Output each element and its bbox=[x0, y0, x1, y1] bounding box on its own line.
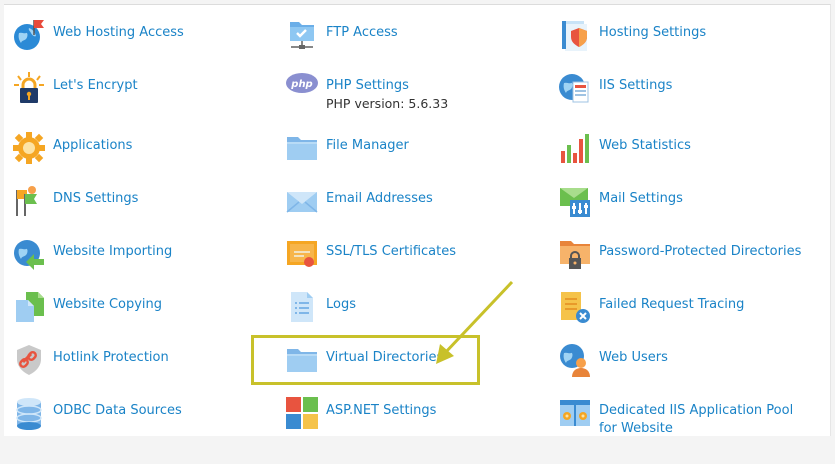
tool-text: IIS Settings bbox=[599, 77, 835, 95]
php-icon[interactable]: php bbox=[285, 71, 319, 105]
tool-text: Email Addresses bbox=[326, 190, 576, 208]
tool-text: Mail Settings bbox=[599, 190, 835, 208]
tool-text: DNS Settings bbox=[53, 190, 303, 208]
folder-icon[interactable] bbox=[285, 131, 319, 165]
tool-link-website-copying[interactable]: Website Copying bbox=[53, 296, 303, 314]
tool-link-web-statistics[interactable]: Web Statistics bbox=[599, 137, 835, 155]
ftp-folder-icon[interactable] bbox=[285, 18, 319, 52]
tool-text: FTP Access bbox=[326, 24, 576, 42]
gear-icon[interactable] bbox=[12, 131, 46, 165]
tool-link-web-users[interactable]: Web Users bbox=[599, 349, 835, 367]
tool-link-email-addresses[interactable]: Email Addresses bbox=[326, 190, 576, 208]
tool-link-applications[interactable]: Applications bbox=[53, 137, 303, 155]
tool-text: ODBC Data Sources bbox=[53, 402, 303, 420]
tool-link-iis-settings[interactable]: IIS Settings bbox=[599, 77, 835, 95]
tool-text: Website Copying bbox=[53, 296, 303, 314]
globe-import-icon[interactable] bbox=[12, 237, 46, 271]
tool-text: Hosting Settings bbox=[599, 24, 835, 42]
tool-subtext: PHP version: 5.6.33 bbox=[326, 96, 449, 111]
tool-link-ftp-access[interactable]: FTP Access bbox=[326, 24, 576, 42]
hosting-settings-icon[interactable] bbox=[558, 18, 592, 52]
lets-encrypt-lock-icon[interactable] bbox=[12, 71, 46, 105]
certificate-icon[interactable] bbox=[285, 237, 319, 271]
bar-chart-icon[interactable] bbox=[558, 131, 592, 165]
tool-text: Failed Request Tracing bbox=[599, 296, 835, 314]
copy-pages-icon[interactable] bbox=[12, 290, 46, 324]
iis-globe-icon[interactable] bbox=[558, 71, 592, 105]
dns-flags-icon[interactable] bbox=[12, 184, 46, 218]
annotation-arrow-icon bbox=[430, 278, 520, 368]
tool-text: Dedicated IIS Application Pool for Websi… bbox=[599, 402, 809, 438]
log-document-icon[interactable] bbox=[285, 290, 319, 324]
tool-link-failed-request-tracing[interactable]: Failed Request Tracing bbox=[599, 296, 835, 314]
tool-text: SSL/TLS Certificates bbox=[326, 243, 576, 261]
database-icon[interactable] bbox=[12, 396, 46, 430]
tool-text: Web Statistics bbox=[599, 137, 835, 155]
tool-text: Password-Protected Directories bbox=[599, 243, 835, 261]
tool-link-file-manager[interactable]: File Manager bbox=[326, 137, 576, 155]
tool-link-dedicated-iis-pool[interactable]: Dedicated IIS Application Pool for Websi… bbox=[599, 402, 809, 438]
iis-pool-icon[interactable] bbox=[558, 396, 592, 430]
tool-link-aspnet-settings[interactable]: ASP.NET Settings bbox=[326, 402, 576, 420]
tool-link-dns-settings[interactable]: DNS Settings bbox=[53, 190, 303, 208]
tool-link-web-hosting-access[interactable]: Web Hosting Access bbox=[53, 24, 303, 42]
mail-settings-icon[interactable] bbox=[558, 184, 592, 218]
web-user-icon[interactable] bbox=[558, 343, 592, 377]
envelope-icon[interactable] bbox=[285, 184, 319, 218]
tool-link-odbc-data-sources[interactable]: ODBC Data Sources bbox=[53, 402, 303, 420]
tool-text: File Manager bbox=[326, 137, 576, 155]
tool-link-ssl-tls-certificates[interactable]: SSL/TLS Certificates bbox=[326, 243, 576, 261]
tool-text: PHP Settings PHP version: 5.6.33 bbox=[326, 77, 576, 113]
tool-text: Web Users bbox=[599, 349, 835, 367]
tool-text: Let's Encrypt bbox=[53, 77, 303, 95]
tool-text: ASP.NET Settings bbox=[326, 402, 576, 420]
tool-link-lets-encrypt[interactable]: Let's Encrypt bbox=[53, 77, 303, 95]
tool-link-password-protected-directories[interactable]: Password-Protected Directories bbox=[599, 243, 835, 261]
svg-text:php: php bbox=[290, 79, 312, 90]
tool-link-mail-settings[interactable]: Mail Settings bbox=[599, 190, 835, 208]
hotlink-shield-icon[interactable] bbox=[12, 343, 46, 377]
locked-folder-icon[interactable] bbox=[558, 237, 592, 271]
tool-text: Applications bbox=[53, 137, 303, 155]
failed-trace-icon[interactable] bbox=[558, 290, 592, 324]
tool-link-website-importing[interactable]: Website Importing bbox=[53, 243, 303, 261]
aspnet-tiles-icon[interactable] bbox=[285, 396, 319, 430]
tool-text: Web Hosting Access bbox=[53, 24, 303, 42]
globe-flag-icon[interactable] bbox=[12, 18, 46, 52]
tool-link-php-settings[interactable]: PHP Settings bbox=[326, 77, 576, 95]
tool-link-hosting-settings[interactable]: Hosting Settings bbox=[599, 24, 835, 42]
tool-text: Website Importing bbox=[53, 243, 303, 261]
